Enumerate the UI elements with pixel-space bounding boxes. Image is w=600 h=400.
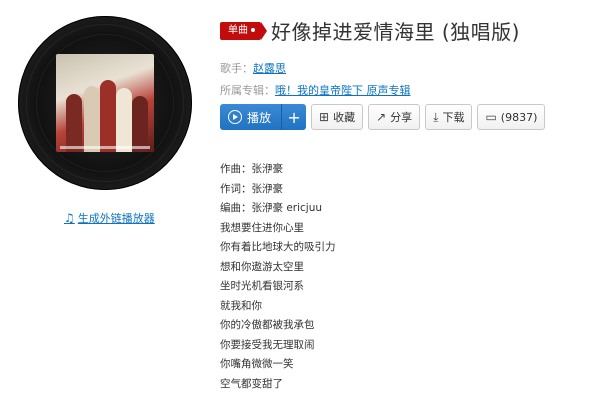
- song-header: 单曲 好像掉进爱情海里 (独唱版): [220, 16, 520, 45]
- download-icon: ⤓: [433, 109, 439, 124]
- comment-button[interactable]: ▭ (9837): [477, 104, 546, 130]
- singer-label: 歌手：: [220, 62, 253, 75]
- lyric-line: 你有着比地球大的吸引力: [220, 241, 336, 253]
- cover-figure: [132, 96, 148, 152]
- music-note-icon: ♫: [64, 211, 75, 225]
- share-label: 分享: [390, 111, 413, 124]
- lyric-line: 你嘴角微微一笑: [220, 358, 294, 370]
- lyric-line: 作曲：张洢豪: [220, 163, 283, 175]
- download-label: 下载: [442, 111, 465, 124]
- comment-icon: ▭: [485, 110, 497, 124]
- album-label: 所属专辑：: [220, 84, 275, 97]
- singer-row: 歌手：赵露思: [220, 60, 286, 76]
- lyric-line: 就我和你: [220, 299, 262, 312]
- download-button[interactable]: ⤓ 下载: [425, 104, 473, 130]
- album-cover: [56, 54, 154, 152]
- lyric-line: 编曲：张洢豪 ericjuu: [220, 202, 323, 214]
- badge-dot: [251, 27, 255, 32]
- lyrics: 作曲：张洢豪 作词：张洢豪编曲：张洢豪 ericjuu 我想要住进你心里你有着比地球…: [220, 160, 336, 394]
- singer-link[interactable]: 赵露思: [253, 62, 286, 75]
- cover-figure: [116, 88, 132, 152]
- cover-figure: [84, 86, 100, 152]
- lyric-line: 坐时光机看银河系: [220, 280, 304, 292]
- play-group: 播放 +: [220, 104, 307, 130]
- album-link[interactable]: 哦！我的皇帝陛下 原声专辑: [275, 84, 411, 97]
- album-disc: [18, 16, 192, 190]
- action-bar: 播放 + ⊞ 收藏 ↗ 分享 ⤓ 下载 ▭ (9837): [220, 104, 546, 130]
- play-label: 播放: [247, 110, 272, 125]
- cover-caption: [60, 146, 150, 149]
- add-to-playlist-button[interactable]: +: [282, 104, 307, 130]
- folder-plus-icon: ⊞: [319, 110, 330, 124]
- lyric-line: 作词：张洢豪: [220, 182, 283, 195]
- cover-figure: [100, 80, 116, 152]
- song-title: 好像掉进爱情海里 (独唱版): [271, 20, 520, 44]
- cover-figure: [66, 94, 82, 152]
- collect-button[interactable]: ⊞ 收藏: [311, 104, 364, 130]
- comment-count: (9837): [500, 110, 538, 124]
- lyric-line: 我想要住进你心里: [220, 221, 304, 234]
- external-player-link[interactable]: ♫ 生成外链播放器: [64, 210, 155, 226]
- collect-label: 收藏: [333, 111, 356, 124]
- lyric-line: 想和你遨游太空里: [220, 260, 304, 273]
- lyric-line: 你的冷傲都被我承包: [220, 319, 315, 331]
- external-player-label: 生成外链播放器: [77, 212, 155, 225]
- share-icon: ↗: [376, 110, 387, 124]
- lyric-line: 你要接受我无理取闹: [220, 338, 315, 351]
- play-icon: [228, 110, 242, 124]
- single-badge: 单曲: [220, 21, 267, 40]
- album-row: 所属专辑：哦！我的皇帝陛下 原声专辑: [220, 82, 411, 98]
- badge-label: 单曲: [228, 24, 248, 36]
- share-button[interactable]: ↗ 分享: [368, 104, 421, 130]
- play-button[interactable]: 播放: [220, 104, 283, 130]
- lyric-line: 空气都变甜了: [220, 377, 283, 390]
